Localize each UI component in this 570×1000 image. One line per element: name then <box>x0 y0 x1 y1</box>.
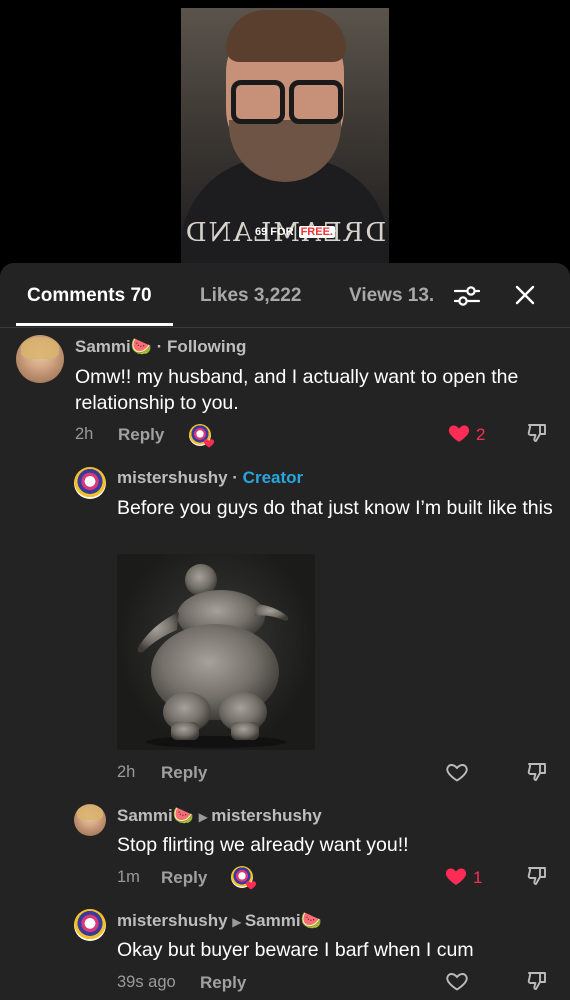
comments-sheet: Comments 70 Likes 3,222 Views 13. Sammi🍉… <box>0 263 570 1000</box>
tab-bar: Comments 70 Likes 3,222 Views 13. <box>0 263 570 328</box>
reply-arrow-icon: ▶ <box>232 915 245 929</box>
creator-liked-heart-icon <box>203 439 215 448</box>
person-hair <box>226 10 346 62</box>
reply-to-username[interactable]: Sammi🍉 <box>245 911 322 930</box>
reply-button[interactable]: Reply <box>118 425 164 445</box>
comment-username-row: mistershushy · Creator <box>117 468 303 488</box>
dislike-icon[interactable] <box>525 864 549 888</box>
tab-views[interactable]: Views 13. <box>349 285 441 307</box>
like-heart-icon[interactable] <box>443 864 469 888</box>
filter-icon[interactable] <box>453 283 481 314</box>
creator-liked-heart-icon <box>245 881 257 890</box>
comment-username-row: Sammi🍉 · Following <box>75 337 246 357</box>
reply-button[interactable]: Reply <box>161 763 207 783</box>
comment-time: 39s ago <box>117 973 176 991</box>
avatar[interactable] <box>74 467 106 499</box>
comment-time: 1m <box>117 868 140 886</box>
like-heart-icon[interactable] <box>444 760 470 784</box>
username[interactable]: mistershushy <box>117 911 228 930</box>
video-preview[interactable]: DREAMLAND 69 FOR FREE. <box>181 8 389 270</box>
comment-text: Omw!! my husband, and I actually want to… <box>75 366 519 414</box>
avatar[interactable] <box>16 335 64 383</box>
avatar[interactable] <box>74 804 106 836</box>
sculpture-figure-image <box>137 564 289 748</box>
caption-text: 69 FOR <box>255 226 294 238</box>
separator-dot: · <box>156 337 168 356</box>
like-heart-icon[interactable] <box>446 421 472 445</box>
glasses-right <box>289 80 343 124</box>
comment-text: Before you guys do that just know I’m bu… <box>117 497 553 519</box>
close-icon[interactable] <box>514 284 536 311</box>
avatar[interactable] <box>74 909 106 941</box>
like-count: 1 <box>473 868 483 887</box>
reply-button[interactable]: Reply <box>161 868 207 888</box>
following-badge: Following <box>167 337 247 356</box>
active-tab-indicator <box>16 323 173 326</box>
separator-dot: · <box>232 468 243 487</box>
glasses-left <box>231 80 285 124</box>
dislike-icon[interactable] <box>525 421 549 445</box>
tab-likes[interactable]: Likes 3,222 <box>200 285 301 307</box>
reply-to-username[interactable]: mistershushy <box>211 806 322 825</box>
comment-text: Stop flirting we already want you!! <box>117 834 409 856</box>
tab-comments[interactable]: Comments 70 <box>27 285 152 307</box>
comment-text: Okay but buyer beware I barf when I cum <box>117 939 474 961</box>
username[interactable]: Sammi🍉 <box>117 806 194 825</box>
comment-image[interactable] <box>117 554 315 750</box>
creator-badge: Creator <box>242 468 304 487</box>
comment-username-row: mistershushy ▶ Sammi🍉 <box>117 911 322 931</box>
dislike-icon[interactable] <box>525 760 549 784</box>
like-count: 2 <box>476 425 486 444</box>
reply-arrow-icon: ▶ <box>198 810 212 824</box>
comment-time: 2h <box>117 763 136 781</box>
dislike-icon[interactable] <box>525 969 549 993</box>
username[interactable]: Sammi🍉 <box>75 337 152 356</box>
reply-button[interactable]: Reply <box>200 973 246 993</box>
comment-time: 2h <box>75 425 94 443</box>
username[interactable]: mistershushy <box>117 468 228 487</box>
caption-highlight: FREE. <box>298 226 335 238</box>
like-heart-icon[interactable] <box>444 969 470 993</box>
video-caption-overlay: 69 FOR FREE. <box>253 226 335 238</box>
comment-username-row: Sammi🍉 ▶ mistershushy <box>117 806 322 826</box>
